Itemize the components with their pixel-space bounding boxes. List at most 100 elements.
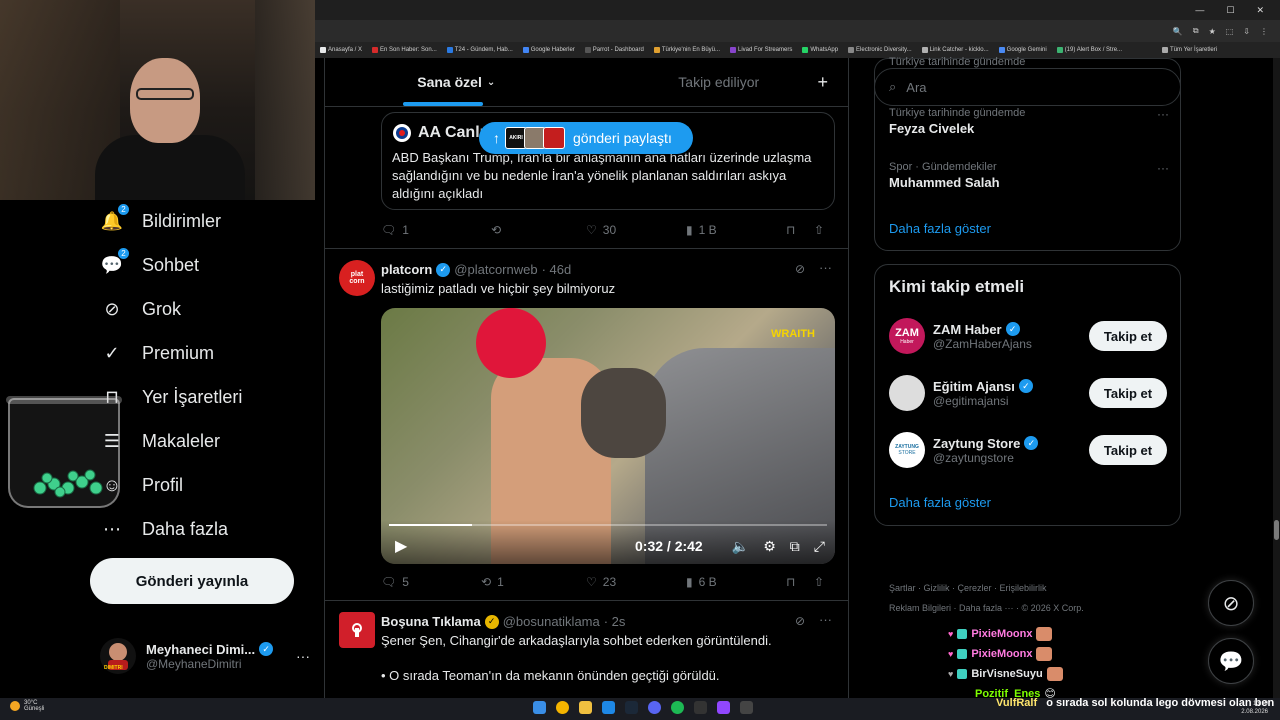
footer-link[interactable]: Daha fazla ··· — [959, 603, 1014, 613]
views-button[interactable]: ▮ 1 B — [686, 223, 786, 237]
follow-suggestion[interactable]: ZAM Haber ZAM Haber ✓ @ZamHaberAjans Takip et — [889, 316, 1169, 356]
grok-fab-icon[interactable]: ⊘ — [1208, 580, 1254, 626]
bookmark-item[interactable]: Tüm Yer İşaretleri — [1162, 47, 1217, 53]
bookmark-item[interactable]: Electronic Diversity... — [848, 47, 912, 53]
trend-item[interactable]: Türkiye tarihinde gündemde Feyza Civelek ·… — [889, 107, 1169, 136]
scrollbar[interactable] — [1273, 58, 1280, 698]
bookmark-item[interactable]: Anasayfa / X — [320, 47, 362, 53]
more-dots-icon[interactable]: ··· — [1157, 107, 1169, 121]
zoom-icon[interactable]: 🔍 — [1173, 27, 1183, 36]
bookmark-item[interactable]: Google Haberler — [522, 47, 575, 53]
account-switcher[interactable]: DIMITRI Meyhaneci Dimi... ✓ @MeyhaneDimi… — [100, 634, 310, 678]
repost-button[interactable]: ⟲ — [491, 223, 586, 237]
clock[interactable]: 13:19 2.08.2026 — [1241, 700, 1268, 716]
bookmark-item[interactable]: Google Gemini — [998, 47, 1047, 53]
bookmark-icon[interactable]: ⊓ — [786, 575, 814, 589]
footer-link[interactable]: © 2026 X Corp. — [1022, 603, 1084, 613]
reply-button[interactable]: 🗨 5 — [381, 575, 481, 589]
steam-icon[interactable] — [625, 701, 638, 714]
author-name[interactable]: Boşuna Tıklama — [381, 614, 481, 629]
menu-icon[interactable]: ⋮ — [1260, 27, 1268, 36]
video-progress-bar[interactable] — [389, 524, 827, 526]
follow-button[interactable]: Takip et — [1089, 321, 1167, 351]
bookmark-item[interactable]: T24 - Gündem, Hab... — [446, 47, 513, 53]
share-icon[interactable]: ⇧ — [814, 223, 824, 237]
trend-item[interactable]: Spor · Gündemdekiler Muhammed Salah ··· — [889, 161, 1169, 190]
bookmark-item[interactable]: WhatsApp — [802, 47, 838, 53]
new-posts-pill[interactable]: ↑ AKIRI gönderi paylaştı — [479, 122, 693, 154]
author-handle[interactable]: @bosunatiklama — [503, 614, 600, 629]
spotify-icon[interactable] — [671, 701, 684, 714]
bookmark-item[interactable]: Parrot - Dashboard — [584, 47, 644, 53]
nav-item-grok[interactable]: ⊘ Grok — [100, 289, 181, 329]
avatar[interactable]: plat corn — [339, 260, 375, 296]
more-dots-icon[interactable]: ··· — [819, 260, 832, 275]
more-dots-icon[interactable]: ··· — [819, 612, 832, 627]
discord-icon[interactable] — [648, 701, 661, 714]
trends-show-more-link[interactable]: Daha fazla göster — [889, 221, 991, 236]
post-button[interactable]: Gönderi yayınla — [90, 558, 294, 604]
follow-button[interactable]: Takip et — [1089, 435, 1167, 465]
footer-link[interactable]: Erişilebilirlik — [1000, 583, 1047, 593]
bookmark-item[interactable]: (19) Alert Box / Stre... — [1056, 47, 1122, 53]
footer-link[interactable]: Gizlilik — [924, 583, 950, 593]
footer-link[interactable]: Şartlar — [889, 583, 916, 593]
start-icon[interactable] — [533, 701, 546, 714]
messages-fab-icon[interactable]: 💬 — [1208, 638, 1254, 684]
avatar[interactable] — [339, 612, 375, 648]
download-icon[interactable]: ⇩ — [1243, 27, 1250, 36]
chrome-icon[interactable] — [556, 701, 569, 714]
views-button[interactable]: ▮ 6 B — [686, 575, 786, 589]
browser-address-bar[interactable] — [315, 20, 1280, 42]
nav-item-bell[interactable]: 🔔 2 Bildirimler — [100, 201, 221, 241]
repost-button[interactable]: ⟲ 1 — [481, 575, 586, 589]
author-handle[interactable]: @platcornweb — [454, 262, 537, 277]
maximize-icon[interactable]: ☐ — [1226, 5, 1234, 16]
video-player[interactable]: WRAITH ▶ 0:32 / 2:42 🔈 ⚙ ⧉ ⤢ — [381, 308, 835, 564]
folder-icon[interactable] — [579, 701, 592, 714]
star-icon[interactable]: ★ — [1209, 27, 1216, 36]
author-name[interactable]: platcorn — [381, 262, 432, 277]
install-icon[interactable]: ⧉ — [1193, 26, 1199, 36]
tab-following[interactable]: Takip ediliyor — [588, 58, 849, 106]
pip-icon[interactable]: ⧉ — [790, 538, 800, 555]
like-button[interactable]: ♡ 30 — [586, 223, 686, 237]
app-icon[interactable] — [717, 701, 730, 714]
bookmark-item[interactable]: Livad For Streamers — [730, 47, 792, 53]
grok-icon[interactable]: ⊘ — [795, 262, 805, 276]
extensions-icon[interactable]: ⬚ — [1226, 27, 1234, 36]
close-icon[interactable]: ✕ — [1256, 5, 1264, 16]
scrollbar-thumb[interactable] — [1274, 520, 1279, 540]
like-button[interactable]: ♡ 23 — [586, 575, 686, 589]
who-show-more-link[interactable]: Daha fazla göster — [889, 495, 991, 510]
follow-suggestion[interactable]: ZAYTUNG STORE Zaytung Store ✓ @zaytungstore T… — [889, 430, 1169, 470]
settings-icon[interactable]: ⚙ — [763, 538, 776, 555]
volume-icon[interactable]: 🔈 — [732, 538, 749, 555]
bookmark-item[interactable]: En Son Haber: Son... — [372, 47, 437, 53]
more-dots-icon[interactable]: ··· — [296, 648, 310, 664]
weather-widget[interactable]: 30°C Güneşli — [10, 700, 44, 712]
add-tab-icon[interactable]: + — [817, 72, 828, 93]
bookmark-item[interactable]: Link Catcher - kicklo... — [921, 47, 989, 53]
nav-item-more-circle[interactable]: ⋯ Daha fazla — [100, 509, 228, 549]
epic-icon[interactable] — [694, 701, 707, 714]
nav-item-chat[interactable]: 💬 2 Sohbet — [100, 245, 199, 285]
play-icon[interactable]: ▶ — [395, 536, 407, 556]
footer-link[interactable]: Çerezler — [958, 583, 992, 593]
grok-icon[interactable]: ⊘ — [795, 614, 805, 628]
nav-item-premium[interactable]: ✓ Premium — [100, 333, 214, 373]
bookmark-icon[interactable]: ⊓ — [786, 223, 814, 237]
follow-suggestion[interactable]: Eğitim Ajansı ✓ @egitimajansi Takip et — [889, 373, 1169, 413]
more-dots-icon[interactable]: ··· — [1157, 161, 1169, 175]
footer-link[interactable]: Reklam Bilgileri — [889, 603, 951, 613]
search-input[interactable]: ⌕ Ara — [874, 68, 1181, 106]
tab-for-you[interactable]: Sana özel ⌄ — [325, 58, 588, 106]
share-icon[interactable]: ⇧ — [814, 575, 824, 589]
follow-button[interactable]: Takip et — [1089, 378, 1167, 408]
obs-icon[interactable] — [740, 701, 753, 714]
minimize-icon[interactable]: — — [1195, 5, 1204, 15]
fullscreen-icon[interactable]: ⤢ — [814, 538, 825, 555]
app-icon[interactable] — [602, 701, 615, 714]
bookmark-item[interactable]: Türkiye'nin En Büyü... — [653, 47, 720, 53]
reply-button[interactable]: 🗨 1 — [381, 223, 491, 237]
